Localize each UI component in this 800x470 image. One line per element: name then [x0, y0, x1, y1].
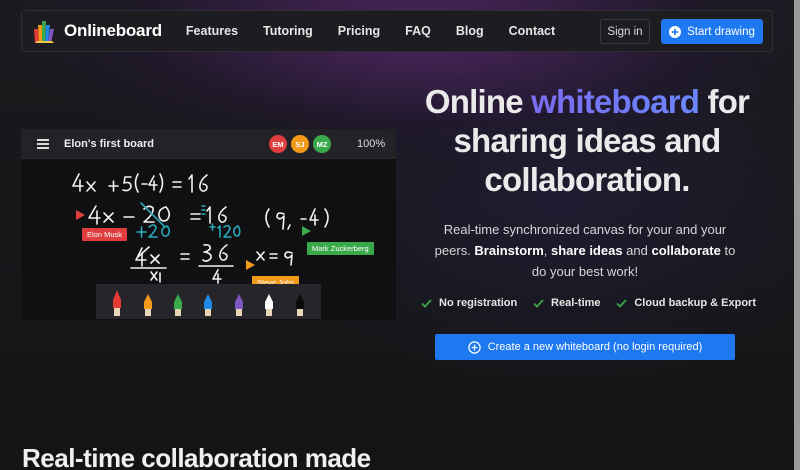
pencil-green-icon[interactable]: [171, 288, 185, 316]
top-navbar: Onlineboard Features Tutoring Pricing FA…: [21, 10, 773, 52]
pencil-purple-icon[interactable]: [232, 288, 246, 316]
feature-item: No registration: [421, 297, 517, 309]
hero-title-accent: whiteboard: [531, 83, 700, 120]
hero-title: Online whiteboard for sharing ideas and …: [412, 82, 762, 199]
cursor-label-mark: Mark Zuckerberg: [307, 242, 374, 255]
desc-text: ,: [543, 243, 552, 258]
desc-bold-brainstorm: Brainstorm: [474, 243, 544, 258]
handwriting-line-2: [88, 205, 227, 225]
feature-label: Cloud backup & Export: [634, 297, 756, 309]
nav-links: Features Tutoring Pricing FAQ Blog Conta…: [186, 24, 580, 38]
handwriting-point: [265, 208, 329, 230]
cursor-arrow-icon: [302, 226, 311, 236]
desc-text: and: [622, 243, 652, 258]
nav-link-tutoring[interactable]: Tutoring: [263, 24, 313, 38]
desc-bold-collaborate: collaborate: [651, 243, 721, 258]
nav-link-pricing[interactable]: Pricing: [338, 24, 380, 38]
cursor-arrow-icon: [76, 210, 85, 220]
feature-label: Real-time: [551, 297, 601, 309]
plus-circle-icon: [467, 340, 481, 354]
desc-bold-share: share ideas: [551, 243, 623, 258]
brand-name: Onlineboard: [64, 21, 162, 40]
feature-list: No registration Real-time Cloud backup &…: [421, 297, 756, 309]
section-heading: Real-time collaboration made: [22, 443, 371, 470]
nav-link-contact[interactable]: Contact: [509, 24, 556, 38]
start-drawing-button[interactable]: Start drawing: [661, 19, 763, 44]
nav-link-blog[interactable]: Blog: [456, 24, 484, 38]
hero-description: Real-time synchronized canvas for your a…: [430, 219, 740, 282]
nav-link-faq[interactable]: FAQ: [405, 24, 431, 38]
feature-item: Cloud backup & Export: [616, 297, 756, 309]
user-avatars: EM SJ MZ: [269, 135, 331, 153]
hero-title-pre: Online: [424, 83, 532, 120]
check-icon: [533, 298, 544, 308]
zoom-level[interactable]: 100%: [357, 138, 385, 150]
plus-circle-icon: [669, 25, 682, 38]
cursor-label-elon: Elon Musk: [82, 228, 128, 241]
sign-in-button[interactable]: Sign in: [600, 19, 650, 44]
menu-icon[interactable]: [37, 139, 49, 149]
board-toolbar: Elon's first board EM SJ MZ 100%: [21, 129, 396, 159]
logo-pencils-icon: [34, 21, 54, 43]
pencil-palette: [96, 284, 321, 319]
feature-item: Real-time: [533, 297, 601, 309]
avatar[interactable]: EM: [269, 135, 287, 153]
check-icon: [616, 298, 628, 308]
pencil-blue-icon[interactable]: [201, 288, 215, 316]
pencil-orange-icon[interactable]: [141, 288, 155, 316]
feature-label: No registration: [439, 297, 518, 309]
create-whiteboard-label: Create a new whiteboard (no login requir…: [487, 341, 703, 353]
pencil-white-icon[interactable]: [262, 288, 276, 316]
logo[interactable]: Onlineboard: [32, 19, 162, 43]
board-title: Elon's first board: [64, 138, 155, 150]
pencil-red-icon[interactable]: [110, 288, 124, 316]
create-whiteboard-button[interactable]: Create a new whiteboard (no login requir…: [435, 334, 735, 360]
scrollbar[interactable]: [794, 0, 800, 470]
start-drawing-label: Start drawing: [687, 25, 755, 38]
pencil-black-icon[interactable]: [293, 288, 307, 316]
whiteboard-preview: Elon's first board EM SJ MZ 100% Elon Mu…: [21, 129, 396, 320]
handwriting-line-1: [72, 173, 208, 193]
avatar[interactable]: SJ: [291, 135, 309, 153]
nav-link-features[interactable]: Features: [186, 24, 238, 38]
check-icon: [421, 298, 432, 308]
cursor-arrow-icon: [246, 260, 255, 270]
avatar[interactable]: MZ: [313, 135, 331, 153]
